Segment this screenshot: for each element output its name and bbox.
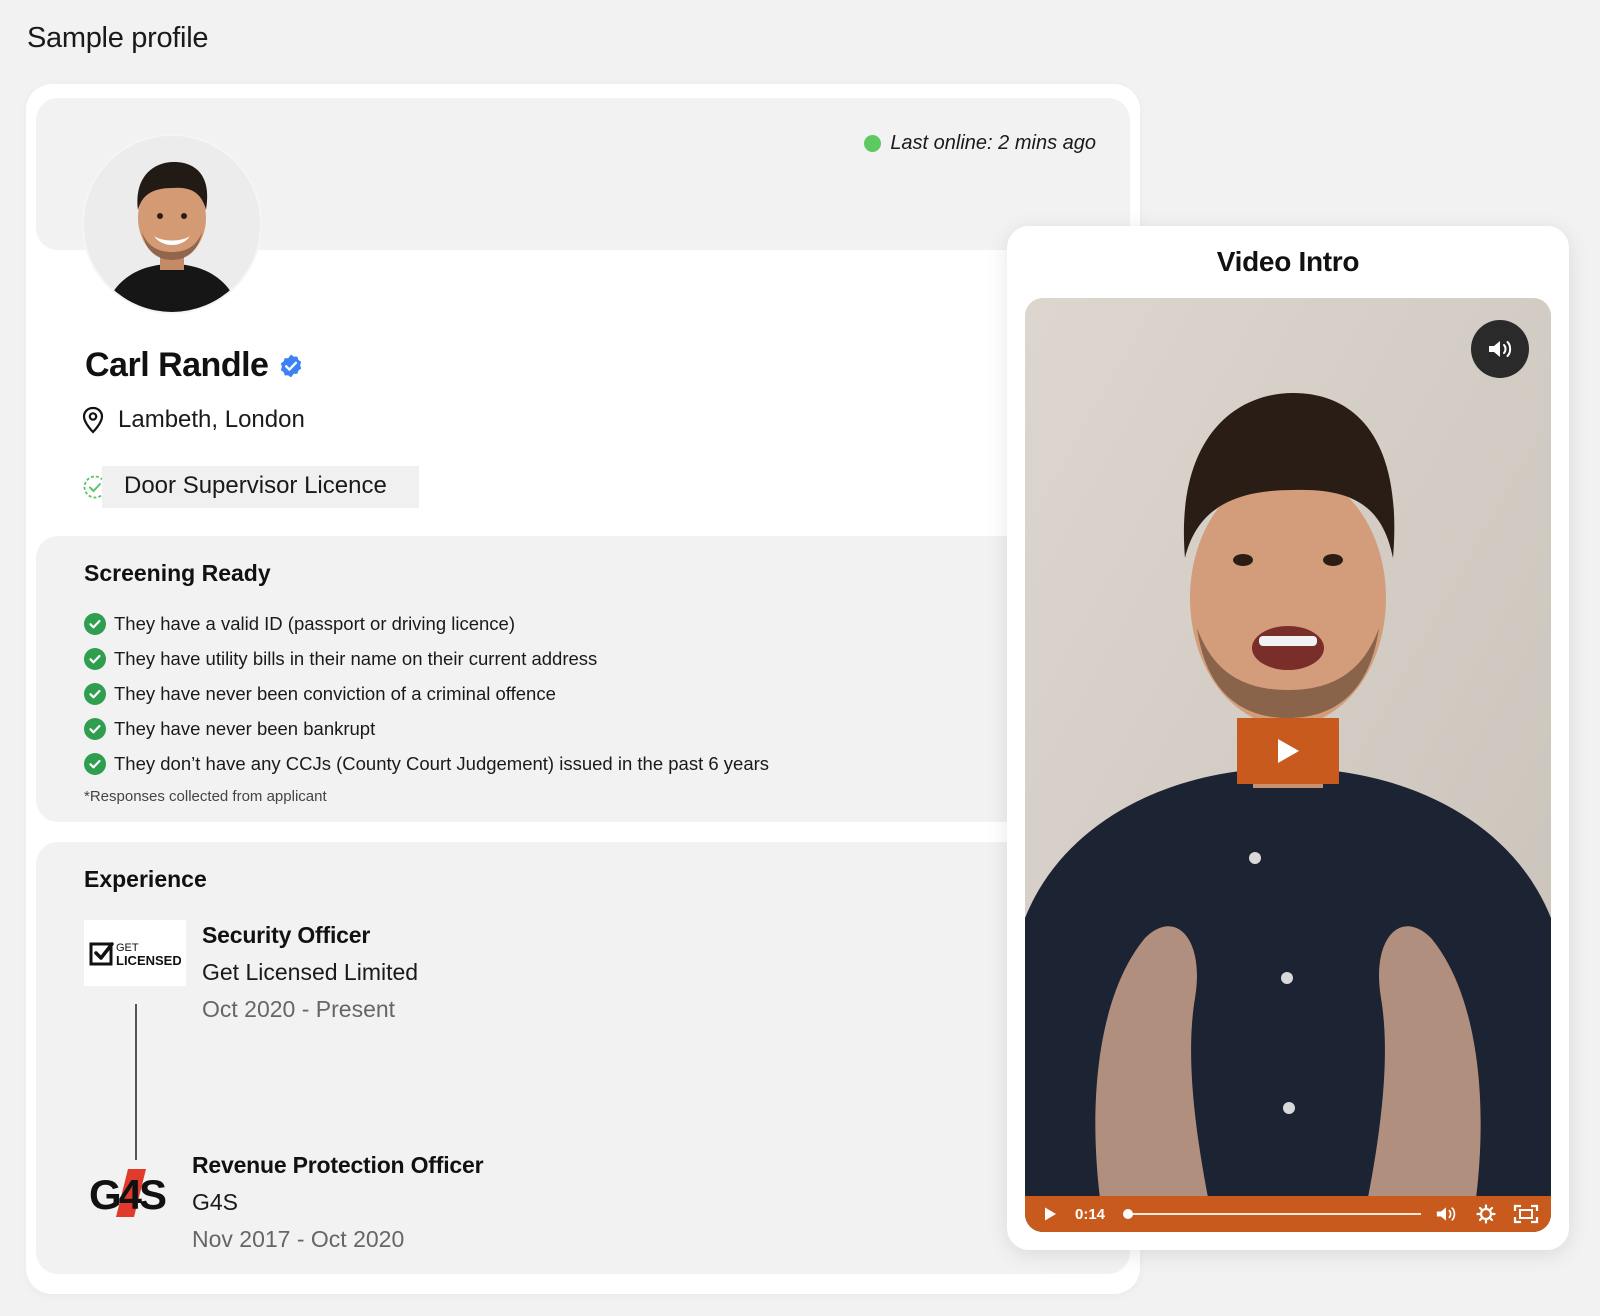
avatar xyxy=(84,136,260,312)
get-licensed-logo-icon: GET LICENSED xyxy=(89,942,181,968)
job-entry: Security Officer Get Licensed Limited Oc… xyxy=(202,922,418,1023)
page-title: Sample profile xyxy=(27,22,209,54)
profile-name: Carl Randle xyxy=(85,346,269,384)
screening-panel: Screening Ready They have a valid ID (pa… xyxy=(36,536,1130,822)
timeline-connector xyxy=(135,1004,137,1160)
g4s-logo-icon: G4S xyxy=(89,1169,169,1218)
avatar-person-icon xyxy=(84,136,260,312)
logo-text-licensed: LICENSED xyxy=(116,953,181,968)
play-button[interactable] xyxy=(1237,718,1339,784)
profile-card: Last online: 2 mins ago Carl Randle Lamb… xyxy=(26,84,1140,1294)
video-title: Video Intro xyxy=(1216,246,1360,277)
screening-item: They have a valid ID (passport or drivin… xyxy=(84,606,769,641)
screening-item: They have never been conviction of a cri… xyxy=(84,676,769,711)
screening-item-text: They have utility bills in their name on… xyxy=(114,647,598,669)
location-pin-icon xyxy=(82,406,104,434)
get-licensed-logo: GET LICENSED xyxy=(84,920,186,986)
verified-badge-icon xyxy=(281,354,302,377)
control-fullscreen-button[interactable] xyxy=(1511,1199,1541,1229)
job-dates: Nov 2017 - Oct 2020 xyxy=(192,1226,405,1252)
screening-footnote: *Responses collected from applicant xyxy=(84,788,327,805)
last-online-text: Last online: 2 mins ago xyxy=(890,132,1096,154)
volume-button[interactable] xyxy=(1471,320,1529,378)
video-time: 0:14 xyxy=(1075,1205,1106,1223)
control-settings-button[interactable] xyxy=(1471,1199,1501,1229)
screening-title: Screening Ready xyxy=(84,560,271,586)
screening-item-text: They have never been conviction of a cri… xyxy=(114,682,556,704)
fullscreen-icon xyxy=(1513,1204,1539,1224)
screening-list: They have a valid ID (passport or drivin… xyxy=(84,606,769,781)
location-row: Lambeth, London xyxy=(82,406,305,434)
screening-item-text: They have a valid ID (passport or drivin… xyxy=(114,612,516,634)
screening-item: They don’t have any CCJs (County Court J… xyxy=(84,746,769,781)
check-icon xyxy=(84,682,106,705)
video-player[interactable]: 0:14 xyxy=(1025,298,1551,1232)
g4s-logo-text: G4S xyxy=(89,1171,166,1218)
job-title: Revenue Protection Officer xyxy=(192,1152,484,1178)
video-controls: 0:14 xyxy=(1025,1196,1551,1232)
video-progress-bar[interactable] xyxy=(1122,1209,1421,1219)
video-intro-card: Video Intro 0:14 xyxy=(1007,226,1569,1250)
online-dot-icon xyxy=(864,135,882,152)
experience-panel: Experience GET LICENSED Security Officer… xyxy=(36,842,1130,1274)
licence-row: Door Supervisor Licence xyxy=(82,466,419,508)
control-volume-button[interactable] xyxy=(1431,1199,1461,1229)
play-small-icon xyxy=(1045,1207,1056,1221)
screening-item: They have never been bankrupt xyxy=(84,711,769,746)
gear-icon xyxy=(1476,1204,1496,1224)
screening-item: They have utility bills in their name on… xyxy=(84,641,769,676)
job-company: Get Licensed Limited xyxy=(202,959,419,985)
licence-chip: Door Supervisor Licence xyxy=(102,466,419,508)
volume-small-icon xyxy=(1436,1207,1456,1221)
job-entry: Revenue Protection Officer G4S Nov 2017 … xyxy=(192,1152,484,1253)
play-icon xyxy=(1278,739,1299,763)
screening-item-text: They don’t have any CCJs (County Court J… xyxy=(114,752,770,774)
job-company: G4S xyxy=(192,1189,239,1215)
profile-name-row: Carl Randle xyxy=(85,346,304,385)
job-title: Security Officer xyxy=(202,922,371,948)
job-dates: Oct 2020 - Present xyxy=(202,996,396,1022)
check-icon xyxy=(84,647,106,670)
last-online-status: Last online: 2 mins ago xyxy=(864,132,1096,155)
check-icon xyxy=(84,752,106,775)
check-icon xyxy=(84,717,106,740)
location-text: Lambeth, London xyxy=(118,406,305,433)
video-progress-knob[interactable] xyxy=(1122,1209,1133,1219)
screening-item-text: They have never been bankrupt xyxy=(114,717,376,739)
control-play-button[interactable] xyxy=(1035,1199,1065,1229)
g4s-logo: G4S xyxy=(86,1160,186,1226)
speaker-icon xyxy=(1489,341,1512,357)
check-icon xyxy=(84,612,106,635)
experience-title: Experience xyxy=(84,866,207,892)
